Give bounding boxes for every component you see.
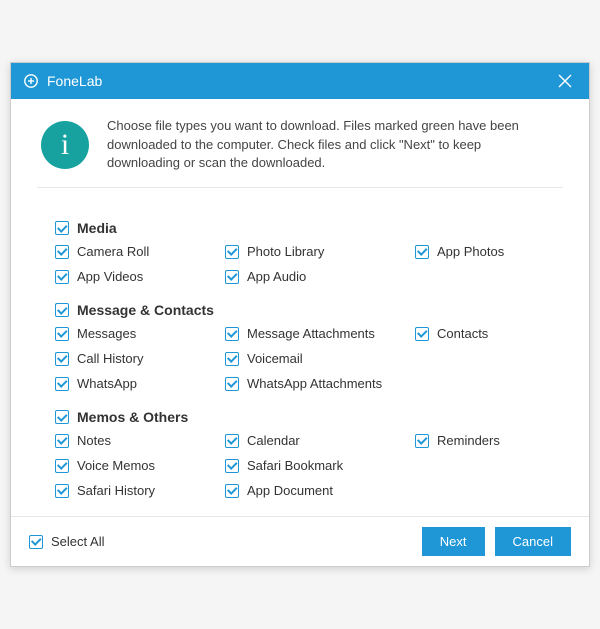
- filetype-label: Photo Library: [247, 244, 324, 259]
- filetype-label: Reminders: [437, 433, 500, 448]
- section-checkbox[interactable]: [55, 303, 69, 317]
- intro-text: Choose file types you want to download. …: [107, 117, 555, 174]
- filetype-checkbox[interactable]: [225, 434, 239, 448]
- filetype-checkbox[interactable]: [55, 327, 69, 341]
- filetype-label: Messages: [77, 326, 136, 341]
- filetype-checkbox[interactable]: [225, 484, 239, 498]
- filetype-checkbox[interactable]: [55, 377, 69, 391]
- filetype-item: App Videos: [55, 269, 225, 284]
- filetype-item: Messages: [55, 326, 225, 341]
- section-title: Memos & Others: [77, 409, 188, 425]
- filetype-checkbox[interactable]: [225, 245, 239, 259]
- filetype-label: App Videos: [77, 269, 143, 284]
- divider: [37, 187, 563, 188]
- filetype-item: App Audio: [225, 269, 415, 284]
- section-title: Media: [77, 220, 117, 236]
- select-all-checkbox[interactable]: [29, 535, 43, 549]
- filetype-label: Message Attachments: [247, 326, 375, 341]
- filetype-item: Voice Memos: [55, 458, 225, 473]
- filetype-item: App Document: [225, 483, 415, 498]
- filetype-checkbox[interactable]: [415, 434, 429, 448]
- filetype-checkbox[interactable]: [225, 327, 239, 341]
- filetype-item: Voicemail: [225, 351, 415, 366]
- filetype-checkbox[interactable]: [225, 270, 239, 284]
- app-title: FoneLab: [47, 73, 102, 89]
- select-all-label: Select All: [51, 534, 104, 549]
- filetype-checkbox[interactable]: [55, 270, 69, 284]
- section-grid: Notes Calendar Reminders Voice Memos Safari …: [55, 433, 545, 498]
- titlebar: FoneLab: [11, 63, 589, 99]
- titlebar-left: FoneLab: [23, 73, 102, 89]
- filetype-label: App Audio: [247, 269, 306, 284]
- filetype-checkbox[interactable]: [55, 245, 69, 259]
- filetype-checkbox[interactable]: [225, 377, 239, 391]
- filetype-label: Contacts: [437, 326, 488, 341]
- filetype-item: Message Attachments: [225, 326, 415, 341]
- section: Memos & Others Notes Calendar Reminders Voic…: [55, 409, 545, 498]
- filetype-checkbox[interactable]: [225, 459, 239, 473]
- filetype-label: Voicemail: [247, 351, 303, 366]
- filetype-item: Safari History: [55, 483, 225, 498]
- dialog-window: FoneLab i Choose file types you want to …: [10, 62, 590, 568]
- section-header: Memos & Others: [55, 409, 545, 425]
- filetype-checkbox[interactable]: [415, 327, 429, 341]
- section-grid: Messages Message Attachments Contacts Call …: [55, 326, 545, 391]
- app-icon: [23, 73, 39, 89]
- sections-container: Media Camera Roll Photo Library App Photos A…: [37, 196, 563, 516]
- filetype-item: Safari Bookmark: [225, 458, 415, 473]
- filetype-label: Safari History: [77, 483, 155, 498]
- close-button[interactable]: [553, 69, 577, 93]
- section-header: Media: [55, 220, 545, 236]
- section-checkbox[interactable]: [55, 221, 69, 235]
- filetype-label: Camera Roll: [77, 244, 149, 259]
- section: Media Camera Roll Photo Library App Photos A…: [55, 220, 545, 284]
- filetype-label: Voice Memos: [77, 458, 155, 473]
- filetype-item: WhatsApp Attachments: [225, 376, 415, 391]
- section: Message & Contacts Messages Message Attach…: [55, 302, 545, 391]
- filetype-item: Notes: [55, 433, 225, 448]
- footer: Select All Next Cancel: [11, 516, 589, 566]
- close-icon: [557, 73, 573, 89]
- filetype-checkbox[interactable]: [415, 245, 429, 259]
- filetype-item: Camera Roll: [55, 244, 225, 259]
- next-button[interactable]: Next: [422, 527, 485, 556]
- section-header: Message & Contacts: [55, 302, 545, 318]
- filetype-item: [415, 458, 545, 473]
- filetype-item: Reminders: [415, 433, 545, 448]
- filetype-label: Calendar: [247, 433, 300, 448]
- filetype-label: Safari Bookmark: [247, 458, 343, 473]
- filetype-label: WhatsApp: [77, 376, 137, 391]
- filetype-label: App Document: [247, 483, 333, 498]
- content: i Choose file types you want to download…: [11, 99, 589, 517]
- filetype-item: WhatsApp: [55, 376, 225, 391]
- select-all-row: Select All: [29, 534, 104, 549]
- filetype-item: Call History: [55, 351, 225, 366]
- filetype-checkbox[interactable]: [55, 484, 69, 498]
- filetype-label: App Photos: [437, 244, 504, 259]
- info-icon: i: [41, 121, 89, 169]
- filetype-checkbox[interactable]: [225, 352, 239, 366]
- filetype-label: WhatsApp Attachments: [247, 376, 382, 391]
- section-grid: Camera Roll Photo Library App Photos App Vi…: [55, 244, 545, 284]
- filetype-item: Contacts: [415, 326, 545, 341]
- filetype-label: Notes: [77, 433, 111, 448]
- section-checkbox[interactable]: [55, 410, 69, 424]
- filetype-checkbox[interactable]: [55, 434, 69, 448]
- filetype-item: Photo Library: [225, 244, 415, 259]
- section-title: Message & Contacts: [77, 302, 214, 318]
- filetype-label: Call History: [77, 351, 143, 366]
- intro-row: i Choose file types you want to download…: [37, 115, 563, 188]
- cancel-button[interactable]: Cancel: [495, 527, 571, 556]
- filetype-item: Calendar: [225, 433, 415, 448]
- filetype-item: App Photos: [415, 244, 545, 259]
- filetype-checkbox[interactable]: [55, 459, 69, 473]
- filetype-item: [415, 351, 545, 366]
- footer-buttons: Next Cancel: [422, 527, 571, 556]
- filetype-checkbox[interactable]: [55, 352, 69, 366]
